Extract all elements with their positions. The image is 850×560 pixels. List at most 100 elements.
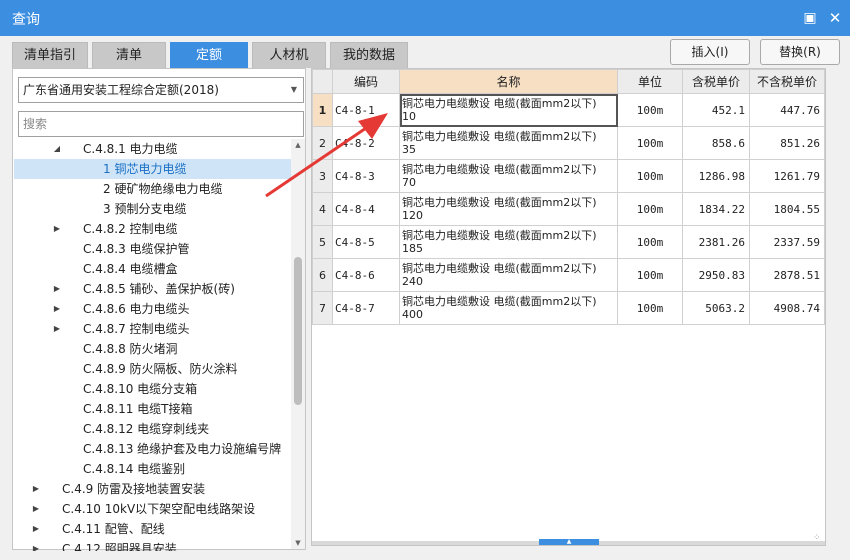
row-number: 4 bbox=[312, 192, 333, 226]
table-row[interactable]: 5 C4-8-5 铜芯电力电缆敷设 电缆(截面mm2以下) 185 100m 2381.2… bbox=[312, 225, 825, 259]
row-code[interactable]: C4-8-7 bbox=[332, 291, 400, 325]
tree-item[interactable]: C.4.8.9 防火隔板、防火涂料 bbox=[14, 359, 291, 379]
row-name[interactable]: 铜芯电力电缆敷设 电缆(截面mm2以下) 35 bbox=[399, 126, 618, 160]
tree-item-label: C.4.8.3 电缆保护管 bbox=[83, 242, 190, 256]
table-row[interactable]: 6 C4-8-6 铜芯电力电缆敷设 电缆(截面mm2以下) 240 100m 2950.8… bbox=[312, 258, 825, 292]
table-row[interactable]: 7 C4-8-7 铜芯电力电缆敷设 电缆(截面mm2以下) 400 100m 5063.2… bbox=[312, 291, 825, 325]
close-icon[interactable]: ✕ bbox=[825, 8, 845, 28]
row-price-tax: 2950.83 bbox=[682, 258, 750, 292]
scroll-down-icon[interactable]: ▼ bbox=[291, 537, 305, 549]
tree-item-label: C.4.8.5 铺砂、盖保护板(砖) bbox=[83, 282, 235, 296]
header-name[interactable]: 名称 bbox=[399, 69, 618, 94]
tree-item-label: C.4.8.11 电缆T接箱 bbox=[83, 402, 193, 416]
tree-item[interactable]: C.4.8.13 绝缘护套及电力设施编号牌 bbox=[14, 439, 291, 459]
collapse-arrow-icon[interactable]: ▶ bbox=[51, 219, 63, 239]
row-code[interactable]: C4-8-6 bbox=[332, 258, 400, 292]
tab-bill[interactable]: 清单 bbox=[92, 42, 166, 68]
row-price-notax: 1261.79 bbox=[749, 159, 825, 193]
tree-item-label: C.4.8.7 控制电缆头 bbox=[83, 322, 190, 336]
tree-item-label: C.4.10 10kV以下架空配电线路架设 bbox=[62, 502, 256, 516]
table-row[interactable]: 3 C4-8-3 铜芯电力电缆敷设 电缆(截面mm2以下) 70 100m 1286.98… bbox=[312, 159, 825, 193]
collapse-arrow-icon[interactable]: ▶ bbox=[30, 479, 42, 499]
search-input[interactable]: 搜索 bbox=[18, 111, 304, 137]
tab-bill-guide[interactable]: 清单指引 bbox=[12, 42, 88, 68]
row-name[interactable]: 铜芯电力电缆敷设 电缆(截面mm2以下) 70 bbox=[399, 159, 618, 193]
collapse-arrow-icon[interactable]: ▶ bbox=[51, 299, 63, 319]
header-code[interactable]: 编码 bbox=[332, 69, 400, 94]
splitter-handle-icon[interactable]: ▲ bbox=[539, 539, 599, 545]
replace-button[interactable]: 替换(R) bbox=[760, 39, 840, 65]
row-price-notax: 2337.59 bbox=[749, 225, 825, 259]
tree-item[interactable]: ▶ C.4.9 防雷及接地装置安装 bbox=[14, 479, 291, 499]
left-panel: 广东省通用安装工程综合定额(2018) ▼ 搜索 ◢ C.4.8.1 电力电缆 1 … bbox=[12, 68, 306, 551]
collapse-arrow-icon[interactable]: ▶ bbox=[30, 519, 42, 539]
row-code[interactable]: C4-8-5 bbox=[332, 225, 400, 259]
row-code[interactable]: C4-8-3 bbox=[332, 159, 400, 193]
header-unit[interactable]: 单位 bbox=[617, 69, 683, 94]
tree-item[interactable]: C.4.8.8 防火堵洞 bbox=[14, 339, 291, 359]
tab-my-data[interactable]: 我的数据 bbox=[330, 42, 408, 68]
row-code[interactable]: C4-8-2 bbox=[332, 126, 400, 160]
row-price-tax: 2381.26 bbox=[682, 225, 750, 259]
row-code[interactable]: C4-8-1 bbox=[332, 93, 400, 127]
row-number: 1 bbox=[312, 93, 333, 127]
tree-item-label: 2 硬矿物绝缘电力电缆 bbox=[103, 182, 223, 196]
row-price-notax: 447.76 bbox=[749, 93, 825, 127]
insert-button[interactable]: 插入(I) bbox=[670, 39, 750, 65]
tree-item[interactable]: C.4.8.14 电缆鉴别 bbox=[14, 459, 291, 479]
row-number: 5 bbox=[312, 225, 333, 259]
table-row[interactable]: 2 C4-8-2 铜芯电力电缆敷设 电缆(截面mm2以下) 35 100m 858.6 85… bbox=[312, 126, 825, 160]
tree-item-label: C.4.8.13 绝缘护套及电力设施编号牌 bbox=[83, 442, 282, 456]
collapse-arrow-icon[interactable]: ▶ bbox=[51, 319, 63, 339]
tree-item[interactable]: C.4.8.10 电缆分支箱 bbox=[14, 379, 291, 399]
tree-item-label: C.4.12 照明器具安装 bbox=[62, 542, 177, 551]
tree-item[interactable]: ◢ C.4.8.1 电力电缆 bbox=[14, 139, 291, 159]
collapse-arrow-icon[interactable]: ▶ bbox=[30, 499, 42, 519]
tree-item[interactable]: ▶ C.4.8.7 控制电缆头 bbox=[14, 319, 291, 339]
tree-item[interactable]: C.4.8.12 电缆穿刺线夹 bbox=[14, 419, 291, 439]
row-name[interactable]: 铜芯电力电缆敷设 电缆(截面mm2以下) 10 bbox=[399, 93, 618, 127]
tree-item[interactable]: 1 铜芯电力电缆 bbox=[14, 159, 291, 179]
restore-icon[interactable]: ▣ bbox=[800, 8, 820, 28]
tree-item[interactable]: C.4.8.3 电缆保护管 bbox=[14, 239, 291, 259]
row-name[interactable]: 铜芯电力电缆敷设 电缆(截面mm2以下) 120 bbox=[399, 192, 618, 226]
row-name[interactable]: 铜芯电力电缆敷设 电缆(截面mm2以下) 240 bbox=[399, 258, 618, 292]
table-row[interactable]: 1 C4-8-1 铜芯电力电缆敷设 电缆(截面mm2以下) 10 100m 452.1 44… bbox=[312, 93, 825, 127]
header-price-notax[interactable]: 不含税单价 bbox=[749, 69, 825, 94]
row-unit: 100m bbox=[617, 258, 683, 292]
row-name-line2: 120 bbox=[402, 209, 423, 222]
row-code[interactable]: C4-8-4 bbox=[332, 192, 400, 226]
tree-item[interactable]: C.4.8.11 电缆T接箱 bbox=[14, 399, 291, 419]
library-select[interactable]: 广东省通用安装工程综合定额(2018) ▼ bbox=[18, 77, 304, 103]
header-price-tax[interactable]: 含税单价 bbox=[682, 69, 750, 94]
tree-item[interactable]: C.4.8.4 电缆槽盒 bbox=[14, 259, 291, 279]
tree-item[interactable]: 3 预制分支电缆 bbox=[14, 199, 291, 219]
tree-item[interactable]: ▶ C.4.11 配管、配线 bbox=[14, 519, 291, 539]
tree-item[interactable]: ▶ C.4.8.6 电力电缆头 bbox=[14, 299, 291, 319]
tab-quota[interactable]: 定额 bbox=[170, 42, 248, 68]
row-name-line1: 铜芯电力电缆敷设 电缆(截面mm2以下) bbox=[402, 196, 597, 209]
row-name[interactable]: 铜芯电力电缆敷设 电缆(截面mm2以下) 400 bbox=[399, 291, 618, 325]
row-price-tax: 5063.2 bbox=[682, 291, 750, 325]
collapse-arrow-icon[interactable]: ▶ bbox=[51, 279, 63, 299]
tree-item-label: C.4.8.2 控制电缆 bbox=[83, 222, 178, 236]
tree-item[interactable]: 2 硬矿物绝缘电力电缆 bbox=[14, 179, 291, 199]
tree-item[interactable]: ▶ C.4.8.2 控制电缆 bbox=[14, 219, 291, 239]
row-name-line1: 铜芯电力电缆敷设 电缆(截面mm2以下) bbox=[402, 97, 597, 110]
tab-labor-material[interactable]: 人材机 bbox=[252, 42, 326, 68]
tree-item[interactable]: ▶ C.4.8.5 铺砂、盖保护板(砖) bbox=[14, 279, 291, 299]
table-row[interactable]: 4 C4-8-4 铜芯电力电缆敷设 电缆(截面mm2以下) 120 100m 1834.2… bbox=[312, 192, 825, 226]
tree-item[interactable]: ▶ C.4.10 10kV以下架空配电线路架设 bbox=[14, 499, 291, 519]
scroll-up-icon[interactable]: ▲ bbox=[291, 139, 305, 151]
tree-item[interactable]: ▶ C.4.12 照明器具安装 bbox=[14, 539, 291, 551]
row-name-line2: 10 bbox=[402, 110, 416, 123]
row-name-line2: 70 bbox=[402, 176, 416, 189]
tree-scrollbar[interactable]: ▲ ▼ bbox=[291, 139, 305, 549]
resize-grip-icon[interactable]: ⁘ bbox=[813, 533, 823, 543]
expand-arrow-icon[interactable]: ◢ bbox=[51, 139, 63, 159]
row-name[interactable]: 铜芯电力电缆敷设 电缆(截面mm2以下) 185 bbox=[399, 225, 618, 259]
collapse-arrow-icon[interactable]: ▶ bbox=[30, 539, 42, 551]
row-name-line2: 35 bbox=[402, 143, 416, 156]
row-price-notax: 4908.74 bbox=[749, 291, 825, 325]
scrollbar-thumb[interactable] bbox=[294, 257, 302, 405]
